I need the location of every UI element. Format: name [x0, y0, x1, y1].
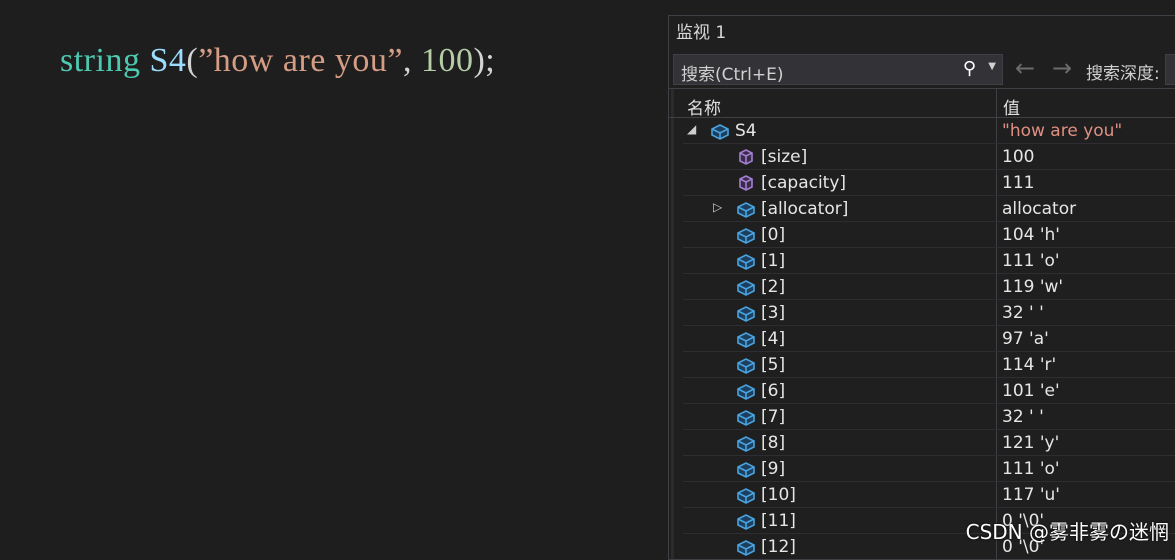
watch-row[interactable]: [2] 119 'w' — [683, 274, 1175, 300]
row-name: S4 — [735, 121, 757, 141]
object-icon — [735, 355, 757, 375]
row-name: [9] — [761, 459, 786, 479]
row-name: [allocator] — [761, 199, 849, 219]
object-icon — [735, 199, 757, 219]
grid-gutter — [671, 88, 674, 559]
row-name: [0] — [761, 225, 786, 245]
watch-title: 监视 1 — [669, 16, 1175, 50]
row-name: [5] — [761, 355, 786, 375]
object-icon — [735, 277, 757, 297]
object-icon — [735, 537, 757, 557]
search-input[interactable]: 搜索(Ctrl+E) ⚲ ▼ — [673, 54, 1003, 85]
object-icon — [735, 381, 757, 401]
expand-icon[interactable]: ▷ — [713, 200, 722, 214]
arrow-right-icon[interactable]: → — [1052, 54, 1072, 82]
row-value[interactable]: 111 — [1002, 173, 1034, 193]
watch-row[interactable]: [7] 32 ' ' — [683, 404, 1175, 430]
watch-row[interactable]: [1] 111 'o' — [683, 248, 1175, 274]
row-value[interactable]: 101 'e' — [1002, 381, 1060, 401]
code-open-paren: ( — [186, 42, 199, 79]
row-name: [size] — [761, 147, 808, 167]
code-variable: S4 — [149, 42, 187, 79]
watch-row[interactable]: [9] 111 'o' — [683, 456, 1175, 482]
row-value[interactable]: 114 'r' — [1002, 355, 1056, 375]
object-icon — [709, 121, 731, 141]
code-string-literal: ”how are you” — [198, 42, 403, 79]
row-name: [2] — [761, 277, 786, 297]
row-value[interactable]: 32 ' ' — [1002, 407, 1044, 427]
column-divider[interactable] — [996, 89, 997, 117]
row-value[interactable]: 104 'h' — [1002, 225, 1060, 245]
code-type: string — [60, 42, 141, 79]
code-number: 100 — [420, 42, 474, 79]
search-depth-field[interactable] — [1165, 54, 1175, 85]
watermark: CSDN @雾非雾の迷惘 — [965, 520, 1169, 544]
row-name: [8] — [761, 433, 786, 453]
chevron-down-icon[interactable]: ▼ — [988, 61, 996, 72]
row-name: [7] — [761, 407, 786, 427]
object-icon — [735, 407, 757, 427]
row-name: [10] — [761, 485, 796, 505]
row-value[interactable]: 119 'w' — [1002, 277, 1063, 297]
code-close: ); — [473, 42, 496, 79]
watch-row[interactable]: [6] 101 'e' — [683, 378, 1175, 404]
row-value[interactable]: "how are you" — [1002, 121, 1122, 141]
row-name: [12] — [761, 537, 796, 557]
object-icon — [735, 225, 757, 245]
row-value[interactable]: 32 ' ' — [1002, 303, 1044, 323]
column-header-value[interactable]: 值 — [1003, 94, 1020, 119]
watch-row[interactable]: [10] 117 'u' — [683, 482, 1175, 508]
row-value[interactable]: allocator — [1002, 199, 1076, 219]
property-icon — [735, 173, 757, 193]
row-value[interactable]: 117 'u' — [1002, 485, 1060, 505]
row-name: [3] — [761, 303, 786, 323]
search-depth-label: 搜索深度: — [1086, 64, 1160, 84]
arrow-left-icon[interactable]: ← — [1015, 54, 1035, 82]
collapse-icon[interactable]: ◢ — [687, 122, 696, 136]
object-icon — [735, 459, 757, 479]
row-value[interactable]: 97 'a' — [1002, 329, 1049, 349]
watch-row[interactable]: [4] 97 'a' — [683, 326, 1175, 352]
row-value[interactable]: 100 — [1002, 147, 1034, 167]
row-name: [4] — [761, 329, 786, 349]
row-value[interactable]: 121 'y' — [1002, 433, 1059, 453]
row-value[interactable]: 111 'o' — [1002, 251, 1060, 271]
row-value[interactable]: 111 'o' — [1002, 459, 1060, 479]
object-icon — [735, 485, 757, 505]
search-icon[interactable]: ⚲ — [963, 58, 976, 79]
object-icon — [735, 433, 757, 453]
watch-row[interactable]: ◢ S4 "how are you" — [683, 118, 1175, 144]
row-name: [11] — [761, 511, 796, 531]
row-name: [1] — [761, 251, 786, 271]
watch-row[interactable]: [capacity] 111 — [683, 170, 1175, 196]
row-name: [6] — [761, 381, 786, 401]
watch-row[interactable]: [3] 32 ' ' — [683, 300, 1175, 326]
property-icon — [735, 147, 757, 167]
watch-row[interactable]: [size] 100 — [683, 144, 1175, 170]
object-icon — [735, 329, 757, 349]
code-comma: , — [402, 42, 421, 79]
object-icon — [735, 251, 757, 271]
watch-window: 监视 1 搜索(Ctrl+E) ⚲ ▼ ← → 搜索深度: 名称 值 ◢ S4 "h… — [668, 15, 1175, 560]
watch-row[interactable]: [0] 104 'h' — [683, 222, 1175, 248]
watch-row[interactable]: ▷ [allocator] allocator — [683, 196, 1175, 222]
watch-toolbar: 搜索(Ctrl+E) ⚲ ▼ ← → 搜索深度: — [669, 50, 1175, 86]
row-name: [capacity] — [761, 173, 847, 193]
search-placeholder: 搜索(Ctrl+E) — [681, 65, 784, 85]
watch-row[interactable]: [8] 121 'y' — [683, 430, 1175, 456]
grid-header: 名称 值 — [669, 88, 1175, 119]
watch-grid: 名称 值 ◢ S4 "how are you" [size] 100 [capacity]… — [669, 88, 1175, 559]
object-icon — [735, 511, 757, 531]
object-icon — [735, 303, 757, 323]
watch-rows: ◢ S4 "how are you" [size] 100 [capacity] 111 ▷ [… — [669, 118, 1175, 559]
code-line: string S4(”how are you”, 100); — [60, 42, 495, 80]
column-header-name[interactable]: 名称 — [687, 94, 721, 119]
watch-row[interactable]: [5] 114 'r' — [683, 352, 1175, 378]
